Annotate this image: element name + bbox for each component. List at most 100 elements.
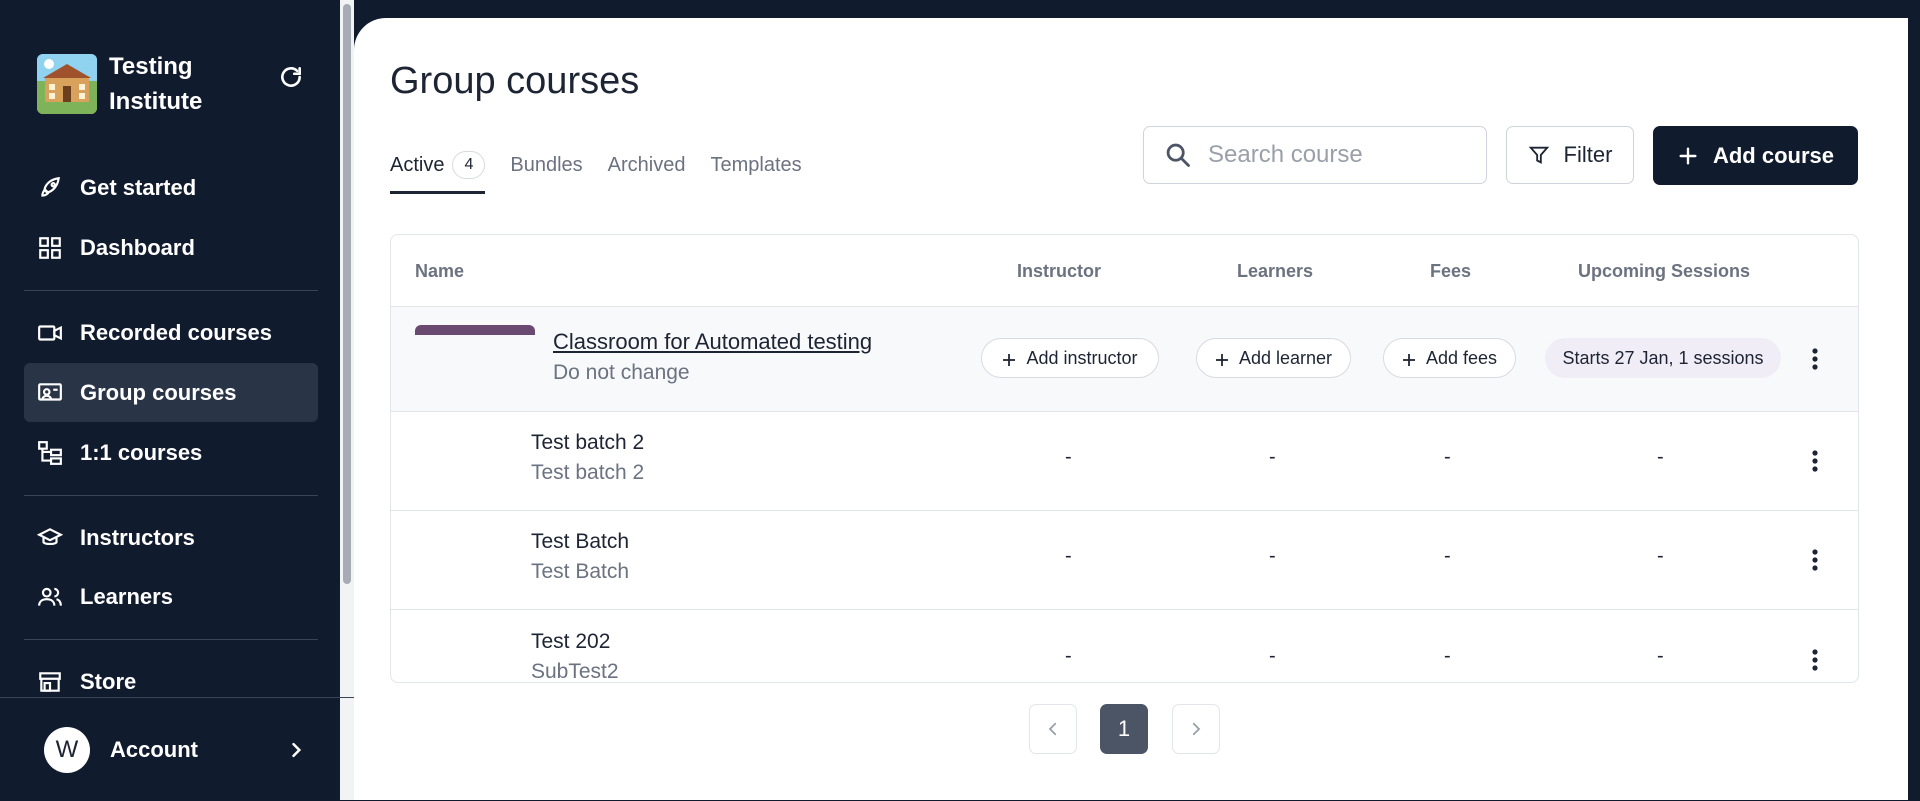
column-header-upcoming-sessions: Upcoming Sessions bbox=[1578, 261, 1751, 281]
upcoming-session-badge: Starts 27 Jan, 1 sessions bbox=[1545, 338, 1781, 378]
fees-value: - bbox=[1444, 645, 1451, 667]
sidebar-item-get-started[interactable]: Get started bbox=[24, 158, 318, 217]
add-fees-button[interactable]: Add fees bbox=[1383, 338, 1516, 378]
column-header-learners: Learners bbox=[1237, 261, 1314, 281]
search-icon bbox=[1164, 141, 1192, 169]
sidebar-item-instructors[interactable]: Instructors bbox=[24, 508, 318, 567]
add-instructor-label: Add instructor bbox=[1026, 347, 1138, 368]
plus-icon bbox=[1215, 351, 1229, 366]
sidebar-item-recorded-courses[interactable]: Recorded courses bbox=[24, 303, 318, 362]
course-subtitle: Test Batch bbox=[531, 560, 630, 583]
sessions-value: - bbox=[1657, 545, 1664, 567]
avatar: W bbox=[44, 726, 90, 773]
column-header-name: Name bbox=[415, 261, 465, 281]
table-row[interactable]: Test batch 2 Test batch 2 - - - - bbox=[391, 412, 1858, 511]
sidebar-item-label: 1:1 courses bbox=[80, 439, 203, 465]
sidebar-item-learners[interactable]: Learners bbox=[24, 567, 318, 626]
tab-bundles[interactable]: Bundles bbox=[510, 154, 582, 191]
fees-value: - bbox=[1444, 446, 1451, 468]
filter-button[interactable]: Filter bbox=[1506, 126, 1634, 184]
course-subtitle: SubTest2 bbox=[531, 660, 619, 683]
table-row[interactable]: Test Batch Test Batch - - - - bbox=[391, 511, 1858, 610]
sidebar-item-dashboard[interactable]: Dashboard bbox=[24, 218, 318, 277]
course-title[interactable]: Test batch 2 bbox=[531, 431, 644, 455]
brand[interactable]: Testing Institute bbox=[37, 49, 249, 119]
tab-label: Active bbox=[390, 153, 445, 176]
hierarchy-icon bbox=[36, 439, 64, 467]
course-title[interactable]: Test 202 bbox=[531, 630, 619, 654]
sidebar-item-label: Dashboard bbox=[80, 234, 195, 260]
sidebar-divider bbox=[24, 290, 318, 291]
main-panel: Group courses Active 4 Bundles Archived … bbox=[354, 18, 1908, 800]
course-subtitle: Do not change bbox=[553, 361, 690, 384]
sidebar-item-group-courses[interactable]: Group courses bbox=[24, 363, 318, 422]
users-icon bbox=[36, 583, 64, 611]
filter-label: Filter bbox=[1563, 142, 1613, 167]
plus-icon bbox=[1402, 351, 1416, 366]
video-icon bbox=[36, 319, 64, 347]
sidebar: Testing Institute Get started Dashboard … bbox=[0, 0, 354, 800]
course-title[interactable]: Test Batch bbox=[531, 530, 629, 554]
account-menu[interactable]: W Account bbox=[0, 697, 354, 801]
more-options-icon[interactable] bbox=[1811, 648, 1819, 672]
refresh-icon[interactable] bbox=[278, 64, 304, 90]
store-icon bbox=[36, 668, 64, 696]
course-thumbnail bbox=[415, 325, 535, 335]
sidebar-divider bbox=[24, 639, 318, 640]
tab-archived[interactable]: Archived bbox=[608, 154, 686, 191]
sidebar-item-label: Group courses bbox=[80, 379, 237, 405]
table-row[interactable]: Classroom for Automated testing Do not c… bbox=[391, 307, 1858, 412]
plus-icon bbox=[1677, 145, 1699, 167]
tab-count-badge: 4 bbox=[452, 151, 486, 179]
table-row[interactable]: Test 202 SubTest2 - - - - bbox=[391, 610, 1858, 683]
previous-page-button[interactable] bbox=[1029, 704, 1077, 754]
chevron-right-icon bbox=[286, 740, 306, 760]
page-number-button[interactable]: 1 bbox=[1100, 704, 1148, 754]
sidebar-item-label: Instructors bbox=[80, 524, 195, 550]
sidebar-item-label: Recorded courses bbox=[80, 319, 272, 345]
add-course-label: Add course bbox=[1712, 142, 1835, 168]
sessions-value: - bbox=[1657, 645, 1664, 667]
plus-icon bbox=[1002, 351, 1016, 366]
sidebar-item-label: Store bbox=[80, 668, 137, 694]
account-label: Account bbox=[110, 736, 198, 762]
tab-templates[interactable]: Templates bbox=[710, 154, 801, 191]
course-title-link[interactable]: Classroom for Automated testing bbox=[553, 329, 872, 355]
sidebar-scrollbar-thumb[interactable] bbox=[343, 4, 351, 584]
sidebar-item-1-1-courses[interactable]: 1:1 courses bbox=[24, 423, 318, 482]
add-learner-button[interactable]: Add learner bbox=[1196, 338, 1351, 378]
table-header: Name Instructor Learners Fees Upcoming S… bbox=[391, 235, 1858, 307]
search-input[interactable] bbox=[1206, 140, 1470, 170]
rocket-icon bbox=[36, 174, 64, 202]
learners-value: - bbox=[1269, 446, 1276, 468]
add-course-button[interactable]: Add course bbox=[1653, 126, 1858, 185]
classroom-icon bbox=[36, 379, 64, 407]
tab-active[interactable]: Active 4 bbox=[390, 151, 486, 194]
learners-value: - bbox=[1269, 545, 1276, 567]
course-subtitle: Test batch 2 bbox=[531, 461, 645, 484]
fees-value: - bbox=[1444, 545, 1451, 567]
more-options-icon[interactable] bbox=[1811, 548, 1819, 572]
add-instructor-button[interactable]: Add instructor bbox=[981, 338, 1159, 378]
next-page-button[interactable] bbox=[1172, 704, 1220, 754]
add-fees-label: Add fees bbox=[1425, 347, 1498, 368]
chevron-left-icon bbox=[1048, 722, 1057, 736]
column-header-instructor: Instructor bbox=[1017, 261, 1102, 281]
instructor-value: - bbox=[1065, 645, 1072, 667]
sidebar-item-label: Get started bbox=[80, 174, 197, 200]
filter-icon bbox=[1528, 144, 1550, 166]
instructor-value: - bbox=[1065, 545, 1072, 567]
institute-name: Testing Institute bbox=[109, 53, 203, 115]
column-header-fees: Fees bbox=[1430, 261, 1472, 281]
more-options-icon[interactable] bbox=[1811, 449, 1819, 473]
page-title: Group courses bbox=[390, 60, 640, 102]
sessions-value: - bbox=[1657, 446, 1664, 468]
grid-icon bbox=[36, 234, 64, 262]
more-options-icon[interactable] bbox=[1811, 347, 1819, 371]
add-learner-label: Add learner bbox=[1238, 347, 1333, 368]
course-tabs: Active 4 Bundles Archived Templates bbox=[390, 144, 827, 194]
search-box[interactable] bbox=[1143, 126, 1487, 184]
institute-logo bbox=[37, 54, 97, 114]
sidebar-divider bbox=[24, 495, 318, 496]
sidebar-item-label: Learners bbox=[80, 583, 173, 609]
